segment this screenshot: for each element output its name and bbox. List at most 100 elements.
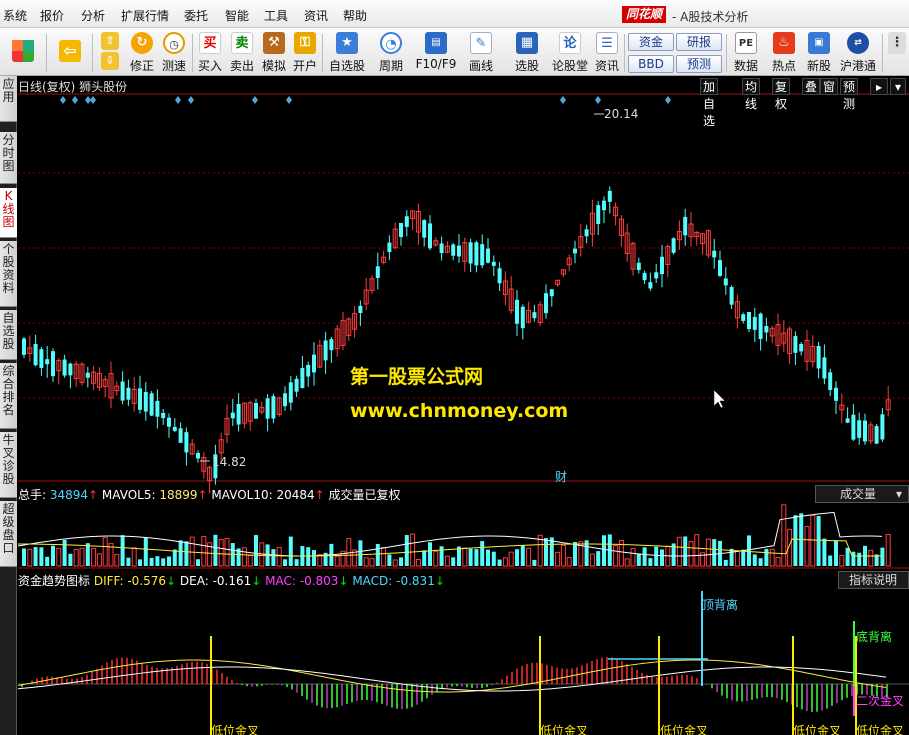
draw-label: 画线 [468,59,493,73]
sidebar-tab-intraday[interactable]: 分时图 [0,132,17,184]
volume-bar [839,554,845,567]
bbd-button[interactable]: BBD [628,55,674,73]
candle-body [51,351,55,377]
toolbar-period-button[interactable]: ◔ 周期 [372,30,410,74]
toolbar-data-button[interactable]: PE 数据 [730,30,762,74]
volume-bar [254,535,258,566]
volume-bar [451,557,456,566]
sidebar-tab-watchlist[interactable]: 自选股 [0,310,17,360]
research-button[interactable]: 研报 [676,33,722,51]
candle-body [863,420,867,442]
menu-bar: 系统 报价 分析 扩展行情 委托 智能 工具 资讯 帮助 同花顺 - A股技术分… [0,0,909,28]
chevron-down-icon[interactable]: ▾ [890,78,906,95]
volume-bar [497,559,502,566]
volume-bar [138,559,142,566]
ipo-icon: ▣ [808,32,830,54]
menu-news[interactable]: 资讯 [304,7,328,24]
candle-body [857,420,862,438]
sidebar-tab-kline[interactable]: K线图 [0,188,17,238]
ma-button[interactable]: 均线 [742,78,761,111]
sidebar-tab-super-panel[interactable]: 超级盘口 [0,501,17,567]
volume-bar [444,555,450,567]
sidebar-tab-diagnosis[interactable]: 牛叉诊股 [0,432,17,498]
volume-bar [306,547,311,566]
toolbar-watchlist-button[interactable]: ★ 自选股 [326,30,368,74]
menu-analysis[interactable]: 分析 [81,7,105,24]
candle-body [520,306,525,329]
volume-bar [654,546,659,566]
forecast-button[interactable]: 预测 [676,55,722,73]
toolbar-ipo-button[interactable]: ▣ 新股 [803,30,835,74]
volume-bar [184,541,189,566]
candle-body [468,242,473,264]
candle-body [532,312,537,319]
volume-bar [694,534,700,567]
indicator-header-item: ↓ [338,574,349,588]
toolbar-fix-button[interactable]: ↻ 修正 [126,30,158,74]
toolbar-buy-button[interactable]: 买 买入 [196,30,224,74]
sidebar-tab-stock-profile[interactable]: 个股资料 [0,241,17,307]
toolbar-stock-picker-button[interactable]: ▦ 选股 [506,30,548,74]
toolbar-home-button[interactable] [8,30,38,74]
overlay-button[interactable]: 叠 [802,78,821,95]
event-diamond-marker [175,96,181,104]
toolbar-draw-button[interactable]: ✎ 画线 [462,30,500,74]
menu-order[interactable]: 委托 [184,7,208,24]
simulate-label: 模拟 [261,59,286,73]
toolbar-forum-button[interactable]: 论 论股堂 [551,30,589,74]
add-watchlist-button[interactable]: 加自选 [700,78,719,128]
fix-icon: ↻ [131,32,153,54]
candle-body [288,382,293,403]
toolbar-f10-button[interactable]: ▤ F10/F9 [414,30,458,74]
play-icon[interactable]: ▸ [870,78,888,95]
restore-right-button[interactable]: 复权 [772,78,791,111]
volume-bar [723,559,728,566]
volume-indicator-dropdown[interactable]: 成交量 ▾ [815,485,909,503]
volume-bar [596,551,601,566]
volume-bar [247,555,253,567]
candle-body [822,357,827,379]
toolbar-hk-connect-button[interactable]: ⇄ 沪港通 [838,30,878,74]
volume-bar [288,536,293,566]
volume-bar [375,544,380,566]
sidebar-tab-apps[interactable]: 应用 [0,76,17,122]
menu-smart[interactable]: 智能 [225,7,249,24]
toolbar-sell-button[interactable]: 卖 卖出 [228,30,256,74]
menu-help[interactable]: 帮助 [343,7,367,24]
candle-body [816,345,821,369]
volume-bar [178,540,183,566]
toolbar-simulate-button[interactable]: ⚒ 模拟 [260,30,288,74]
menu-tools[interactable]: 工具 [264,7,288,24]
toolbar-news-button[interactable]: ☰ 资讯 [593,30,621,74]
menu-extended-quote[interactable]: 扩展行情 [121,7,169,24]
candle-body [178,428,183,443]
indicator-help-button[interactable]: 指标说明 [838,571,909,589]
candle-body [323,340,328,361]
menu-system[interactable]: 系统 [3,7,27,24]
down-arrow-icon: ⇩ [101,52,119,70]
finance-marker[interactable]: 财 [555,468,567,485]
buy-icon: 买 [199,32,221,54]
candle-body [793,336,798,353]
candle-body [834,387,838,401]
chevron-down-icon: ▾ [895,487,902,501]
low-golden-cross-label: 低位金叉 [856,724,905,735]
volume-bar [381,546,387,567]
toolbar-back-button[interactable]: ⇦ [52,30,88,74]
volume-header-item: 20484 [276,488,315,502]
sidebar-tab-ranking[interactable]: 综合排名 [0,363,17,429]
candle-body [143,391,148,412]
toolbar-open-account-button[interactable]: ⚿ 开户 [291,30,319,74]
toolbar-speedtest-button[interactable]: ◷ 测速 [158,30,190,74]
event-diamond-marker [595,96,601,104]
menu-quote[interactable]: 报价 [40,7,64,24]
volume-bar [68,553,73,566]
candle-body [474,242,479,266]
forecast-chart-button[interactable]: 预测 [840,78,859,111]
toolbar-hot-button[interactable]: ♨ 热点 [768,30,800,74]
toolbar-more-button[interactable]: ⋮ [886,30,908,74]
candle-body [33,344,38,366]
fund-button[interactable]: 资金 [628,33,674,51]
toolbar-updown-button[interactable]: ⇧ ⇩ [96,30,124,74]
window-button[interactable]: 窗 [820,78,839,95]
